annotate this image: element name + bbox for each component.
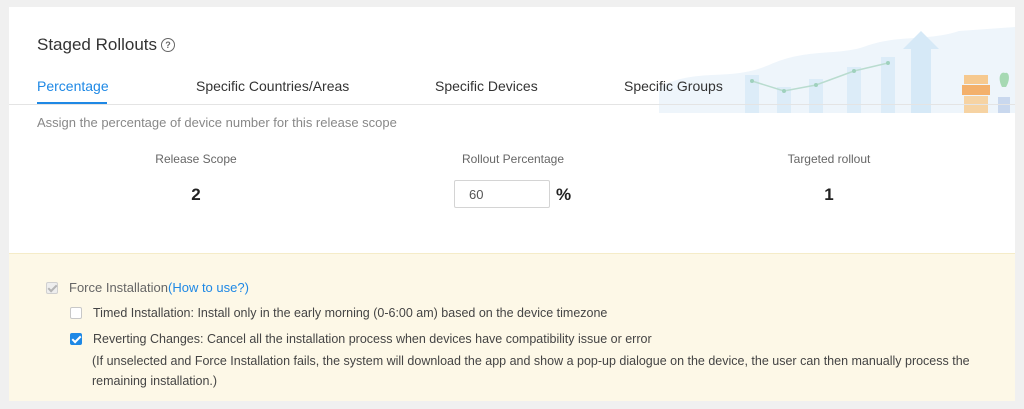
force-installation-label: Force Installation xyxy=(69,280,168,295)
timed-installation-checkbox[interactable] xyxy=(70,307,82,319)
release-scope-value: 2 xyxy=(191,185,201,204)
tab-percentage[interactable]: Percentage xyxy=(37,78,109,104)
tab-divider xyxy=(9,104,1015,105)
rollout-percentage-label: Rollout Percentage xyxy=(461,152,565,166)
targeted-rollout-value: 1 xyxy=(824,185,834,204)
tab-label: Percentage xyxy=(37,78,109,94)
timed-installation-row: Timed Installation: Install only in the … xyxy=(70,306,607,320)
tab-label: Specific Countries/Areas xyxy=(196,78,350,94)
force-installation-row: Force Installation (How to use?) xyxy=(46,280,249,295)
targeted-rollout-label: Targeted rollout xyxy=(787,152,871,166)
reverting-changes-note: (If unselected and Force Installation fa… xyxy=(92,354,970,388)
tab-label: Specific Groups xyxy=(624,78,723,94)
tab-specific-countries-areas[interactable]: Specific Countries/Areas xyxy=(196,78,349,103)
release-scope-label: Release Scope xyxy=(155,152,237,166)
page-title: Staged Rollouts xyxy=(37,35,158,54)
reverting-changes-row: Reverting Changes: Cancel all the instal… xyxy=(70,332,652,346)
percent-unit: % xyxy=(556,185,572,204)
header: Staged Rollouts ? xyxy=(37,35,176,55)
tab-specific-groups[interactable]: Specific Groups xyxy=(624,78,723,103)
scope-description: Assign the percentage of device number f… xyxy=(37,115,397,130)
reverting-changes-label: Reverting Changes: Cancel all the instal… xyxy=(93,332,652,346)
timed-installation-label: Timed Installation: Install only in the … xyxy=(93,306,608,320)
staged-rollouts-card: Staged Rollouts ? Percentage Specific Co… xyxy=(9,7,1015,401)
tab-label: Specific Devices xyxy=(435,78,538,94)
reverting-changes-checkbox[interactable] xyxy=(70,333,82,345)
tab-bar: Percentage Specific Countries/Areas Spec… xyxy=(37,78,1015,105)
force-installation-checkbox[interactable] xyxy=(46,281,58,294)
rollout-percentage-input[interactable] xyxy=(454,180,550,208)
how-to-use-link[interactable]: (How to use?) xyxy=(168,280,249,295)
installation-options-panel: Force Installation (How to use?) Timed I… xyxy=(9,253,1015,401)
tab-specific-devices[interactable]: Specific Devices xyxy=(435,78,538,103)
question-circle-icon[interactable]: ? xyxy=(161,38,176,52)
